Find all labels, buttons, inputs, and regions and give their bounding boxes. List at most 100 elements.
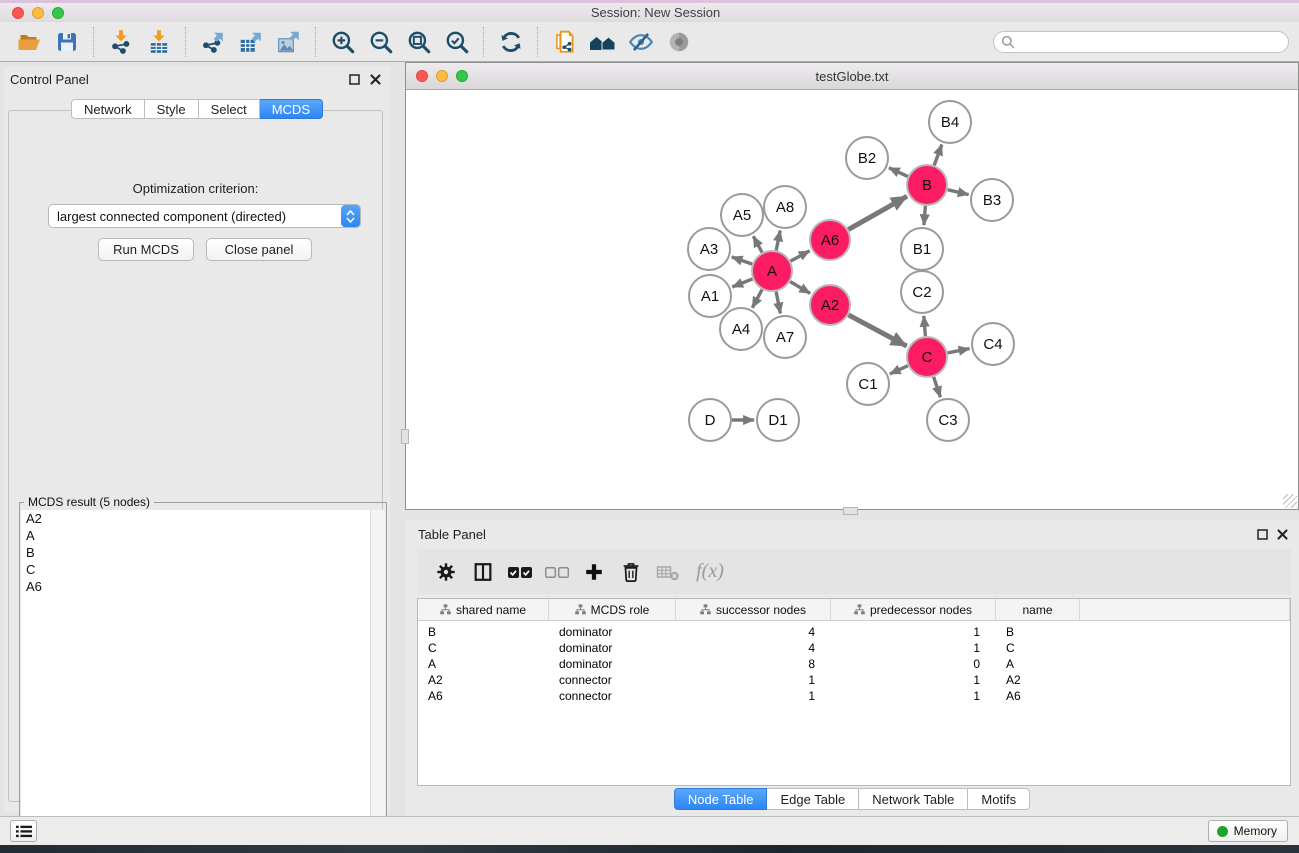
column-header-successor-nodes[interactable]: successor nodes	[676, 599, 831, 620]
delete-column-button[interactable]	[612, 555, 649, 589]
node-A8[interactable]: A8	[764, 186, 806, 228]
node-C[interactable]: C	[907, 337, 947, 377]
edge-B-B4[interactable]	[934, 145, 942, 166]
function-builder-button[interactable]: f(x)	[686, 555, 734, 589]
node-A[interactable]: A	[752, 251, 792, 291]
export-image-button[interactable]	[270, 25, 308, 59]
task-history-button[interactable]	[10, 820, 37, 842]
edge-B-B3[interactable]	[948, 190, 969, 195]
table-row[interactable]: A2connector11A2	[418, 672, 1290, 688]
edge-A-A5[interactable]	[753, 236, 762, 252]
zoom-out-button[interactable]	[362, 25, 400, 59]
column-header-name[interactable]: name	[996, 599, 1080, 620]
tab-network-table[interactable]: Network Table	[859, 788, 968, 810]
tab-motifs[interactable]: Motifs	[968, 788, 1030, 810]
node-C3[interactable]: C3	[927, 399, 969, 441]
edge-A2-C[interactable]	[849, 315, 907, 346]
edge-C-C1[interactable]	[890, 366, 908, 374]
edge-C-C3[interactable]	[934, 377, 941, 397]
delete-table-button[interactable]	[649, 555, 686, 589]
table-row[interactable]: Cdominator41C	[418, 640, 1290, 656]
node-A7[interactable]: A7	[764, 316, 806, 358]
edge-A-A7[interactable]	[776, 292, 780, 314]
open-session-button[interactable]	[10, 25, 48, 59]
edge-A-A6[interactable]	[791, 251, 810, 261]
column-header-predecessor-nodes[interactable]: predecessor nodes	[831, 599, 996, 620]
hide-selected-button[interactable]	[622, 25, 660, 59]
node-B2[interactable]: B2	[846, 137, 888, 179]
edge-A-A4[interactable]	[752, 290, 762, 308]
mcds-result-item[interactable]: C	[21, 561, 385, 578]
edge-B-B1[interactable]	[924, 206, 926, 225]
edge-A-A3[interactable]	[732, 257, 753, 264]
mcds-result-item[interactable]: A2	[21, 510, 385, 527]
node-D1[interactable]: D1	[757, 399, 799, 441]
mcds-result-list[interactable]: A2ABCA6	[21, 510, 385, 845]
bottom-splitter-handle[interactable]	[843, 507, 858, 515]
mcds-result-item[interactable]: A	[21, 527, 385, 544]
import-table-button[interactable]	[140, 25, 178, 59]
tab-select[interactable]: Select	[199, 99, 260, 119]
edge-A6-B[interactable]	[848, 196, 907, 229]
edge-C-C4[interactable]	[948, 349, 970, 353]
edge-A-A2[interactable]	[790, 282, 810, 294]
network-canvas[interactable]: B4B2BB3B1A5A8A3A6AA1A4A7A2C2CC4C1C3DD1	[407, 90, 1297, 508]
home-button[interactable]	[584, 25, 622, 59]
node-A5[interactable]: A5	[721, 194, 763, 236]
node-C1[interactable]: C1	[847, 363, 889, 405]
memory-button[interactable]: Memory	[1208, 820, 1288, 842]
refresh-layout-button[interactable]	[492, 25, 530, 59]
node-B1[interactable]: B1	[901, 228, 943, 270]
node-D[interactable]: D	[689, 399, 731, 441]
node-C2[interactable]: C2	[901, 271, 943, 313]
table-float-button[interactable]	[1254, 526, 1270, 542]
search-input[interactable]	[993, 31, 1289, 53]
tab-style[interactable]: Style	[145, 99, 199, 119]
zoom-in-button[interactable]	[324, 25, 362, 59]
node-B[interactable]: B	[907, 165, 947, 205]
add-column-button[interactable]	[575, 555, 612, 589]
node-A6[interactable]: A6	[810, 220, 850, 260]
edge-C-C2[interactable]	[924, 316, 926, 336]
node-C4[interactable]: C4	[972, 323, 1014, 365]
close-panel-pushbutton[interactable]: Close panel	[206, 238, 312, 261]
save-session-button[interactable]	[48, 25, 86, 59]
import-network-button[interactable]	[102, 25, 140, 59]
new-network-from-selection-button[interactable]	[546, 25, 584, 59]
criterion-select[interactable]: largest connected component (directed)	[48, 204, 361, 228]
run-mcds-button[interactable]: Run MCDS	[98, 238, 194, 261]
split-columns-button[interactable]	[464, 555, 501, 589]
table-row[interactable]: Bdominator41B	[418, 624, 1290, 640]
select-all-button[interactable]	[501, 555, 538, 589]
node-A4[interactable]: A4	[720, 308, 762, 350]
tab-network[interactable]: Network	[71, 99, 145, 119]
edge-B-B2[interactable]	[889, 168, 908, 177]
tab-node-table[interactable]: Node Table	[674, 788, 768, 810]
table-close-button[interactable]	[1274, 526, 1290, 542]
mcds-result-item[interactable]: B	[21, 544, 385, 561]
network-window-titlebar[interactable]: testGlobe.txt	[406, 63, 1298, 90]
column-header-mcds-role[interactable]: MCDS role	[549, 599, 676, 620]
node-A1[interactable]: A1	[689, 275, 731, 317]
edge-A-A1[interactable]	[732, 279, 752, 287]
show-all-button[interactable]	[660, 25, 698, 59]
node-A2[interactable]: A2	[810, 285, 850, 325]
result-list-scrollbar[interactable]	[370, 510, 385, 845]
tab-edge-table[interactable]: Edge Table	[767, 788, 859, 810]
float-panel-button[interactable]	[346, 71, 362, 87]
export-table-button[interactable]	[232, 25, 270, 59]
resize-grip-icon[interactable]	[1283, 494, 1297, 508]
table-settings-button[interactable]	[427, 555, 464, 589]
deselect-all-button[interactable]	[538, 555, 575, 589]
left-splitter-handle[interactable]	[401, 429, 409, 444]
zoom-fit-button[interactable]	[400, 25, 438, 59]
column-header-shared-name[interactable]: shared name	[418, 599, 549, 620]
mcds-result-item[interactable]: A6	[21, 578, 385, 595]
close-panel-button[interactable]	[367, 71, 383, 87]
table-row[interactable]: A6connector11A6	[418, 688, 1290, 704]
export-network-button[interactable]	[194, 25, 232, 59]
edge-A-A8[interactable]	[776, 231, 780, 251]
node-A3[interactable]: A3	[688, 228, 730, 270]
tab-mcds[interactable]: MCDS	[260, 99, 323, 119]
node-B4[interactable]: B4	[929, 101, 971, 143]
